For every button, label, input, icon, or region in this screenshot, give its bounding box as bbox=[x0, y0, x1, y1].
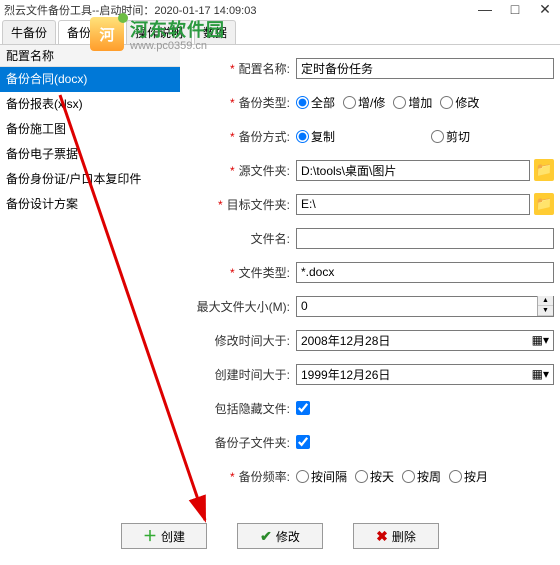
modify-button[interactable]: ✔修改 bbox=[237, 523, 323, 549]
radio-addmod[interactable] bbox=[343, 96, 356, 109]
sidebar-item[interactable]: 备份电子票据 bbox=[0, 142, 180, 167]
config-name-input[interactable] bbox=[296, 58, 554, 79]
calendar-icon: ▦▾ bbox=[532, 333, 549, 347]
radio-week[interactable] bbox=[402, 470, 415, 483]
label-create-after: 创建时间大于: bbox=[215, 368, 290, 382]
label-backup-type: 备份类型: bbox=[239, 96, 290, 110]
x-icon: ✖ bbox=[376, 528, 388, 545]
folder-icon: 📁 bbox=[536, 162, 553, 178]
spin-down-icon[interactable]: ▼ bbox=[538, 306, 553, 316]
label-dst: 目标文件夹: bbox=[227, 198, 290, 212]
label-filetype: 文件类型: bbox=[239, 266, 290, 280]
label-backup-mode: 备份方式: bbox=[239, 130, 290, 144]
label-hidden: 包括隐藏文件: bbox=[215, 402, 290, 416]
plus-icon: ＋ bbox=[143, 526, 157, 546]
create-after-datepicker[interactable]: 1999年12月26日 ▦▾ bbox=[296, 364, 554, 385]
tab-help[interactable]: 操作说明 bbox=[126, 20, 192, 44]
radio-mod[interactable] bbox=[440, 96, 453, 109]
browse-dst-button[interactable]: 📁 bbox=[534, 193, 554, 215]
titlebar: 烈云文件备份工具--启动时间：2020-01-17 14:09:03 — □ ✕ bbox=[0, 0, 560, 20]
button-bar: ＋创建 ✔修改 ✖删除 bbox=[0, 515, 560, 549]
sidebar-item[interactable]: 备份报表(xlsx) bbox=[0, 92, 180, 117]
backup-mode-group: 复制 剪切 bbox=[296, 128, 554, 145]
sidebar-item[interactable]: 备份身份证/户口本复印件 bbox=[0, 167, 180, 192]
close-button[interactable]: ✕ bbox=[530, 0, 560, 20]
maximize-button[interactable]: □ bbox=[500, 0, 530, 20]
backup-type-group: 全部 增/修 增加 修改 bbox=[296, 94, 554, 111]
minimize-button[interactable]: — bbox=[470, 0, 500, 20]
src-folder-input[interactable] bbox=[296, 160, 530, 181]
label-freq: 备份频率: bbox=[239, 470, 290, 484]
calendar-icon: ▦▾ bbox=[532, 367, 549, 381]
radio-month[interactable] bbox=[449, 470, 462, 483]
dst-folder-input[interactable] bbox=[296, 194, 530, 215]
radio-day[interactable] bbox=[355, 470, 368, 483]
freq-group: 按间隔 按天 按周 按月 bbox=[296, 468, 554, 485]
radio-copy[interactable] bbox=[296, 130, 309, 143]
sidebar-item[interactable]: 备份合同(docx) bbox=[0, 67, 180, 92]
spin-up-icon[interactable]: ▲ bbox=[538, 296, 553, 306]
label-subfolder: 备份子文件夹: bbox=[215, 436, 290, 450]
label-maxsize: 最大文件大小(M): bbox=[197, 300, 290, 314]
radio-cut[interactable] bbox=[431, 130, 444, 143]
label-src: 源文件夹: bbox=[239, 164, 290, 178]
filetype-input[interactable] bbox=[296, 262, 554, 283]
tab-bar: 牛备份 备份配置 操作说明 数据 bbox=[0, 20, 560, 45]
tab-data[interactable]: 数据 bbox=[194, 20, 236, 44]
sidebar-item[interactable]: 备份施工图 bbox=[0, 117, 180, 142]
folder-icon: 📁 bbox=[536, 196, 553, 212]
config-form: *配置名称: *备份类型: 全部 增/修 增加 修改 *备份方式: 复制 剪切 … bbox=[180, 45, 560, 515]
include-hidden-checkbox[interactable] bbox=[296, 401, 310, 415]
delete-button[interactable]: ✖删除 bbox=[353, 523, 439, 549]
radio-all[interactable] bbox=[296, 96, 309, 109]
sidebar-item[interactable]: 备份设计方案 bbox=[0, 192, 180, 217]
filename-input[interactable] bbox=[296, 228, 554, 249]
label-mod-after: 修改时间大于: bbox=[215, 334, 290, 348]
tab-backup[interactable]: 牛备份 bbox=[2, 20, 56, 44]
sidebar-header: 配置名称 bbox=[0, 45, 180, 67]
label-config-name: 配置名称: bbox=[239, 62, 290, 76]
config-sidebar: 配置名称 备份合同(docx) 备份报表(xlsx) 备份施工图 备份电子票据 … bbox=[0, 45, 180, 515]
browse-src-button[interactable]: 📁 bbox=[534, 159, 554, 181]
label-filename: 文件名: bbox=[251, 232, 290, 246]
radio-add[interactable] bbox=[393, 96, 406, 109]
check-icon: ✔ bbox=[260, 528, 272, 545]
window-title: 烈云文件备份工具--启动时间：2020-01-17 14:09:03 bbox=[4, 2, 256, 18]
include-subfolder-checkbox[interactable] bbox=[296, 435, 310, 449]
create-button[interactable]: ＋创建 bbox=[121, 523, 207, 549]
mod-after-datepicker[interactable]: 2008年12月28日 ▦▾ bbox=[296, 330, 554, 351]
radio-interval[interactable] bbox=[296, 470, 309, 483]
maxsize-spinner[interactable]: 0 ▲▼ bbox=[296, 296, 554, 317]
tab-config[interactable]: 备份配置 bbox=[58, 20, 124, 44]
